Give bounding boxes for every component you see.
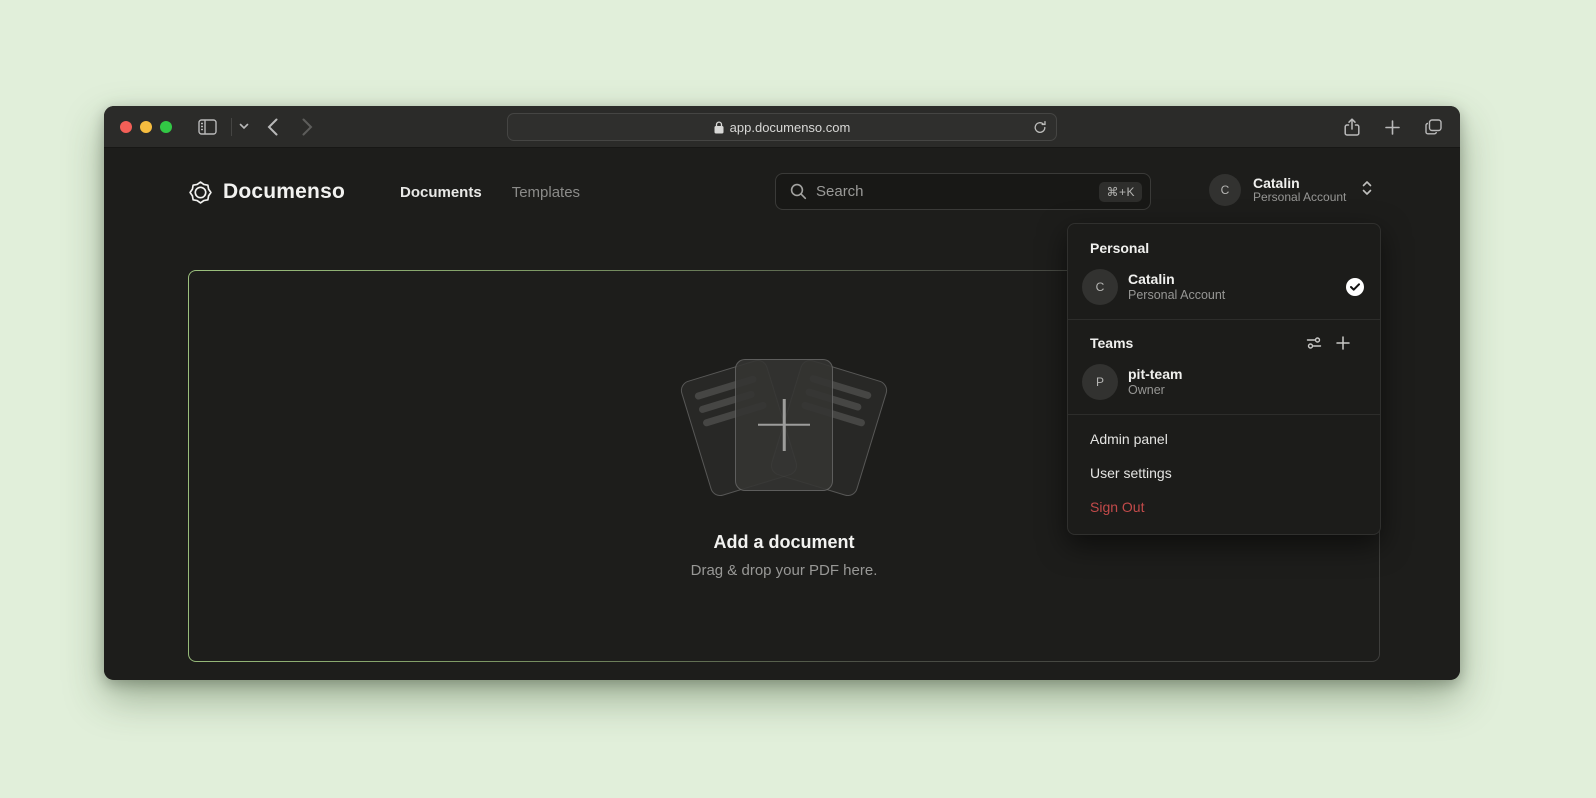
forward-button-icon[interactable] [302, 118, 313, 136]
dropzone-subtitle: Drag & drop your PDF here. [691, 562, 878, 579]
account-subtitle: Personal Account [1128, 288, 1336, 303]
brand[interactable]: Documenso [188, 174, 345, 210]
personal-section-label: Personal [1068, 232, 1380, 262]
search-icon [790, 183, 807, 200]
browser-toolbar: app.documenso.com [104, 106, 1460, 148]
manage-teams-icon[interactable] [1306, 335, 1322, 351]
documenso-logo-icon [188, 180, 213, 205]
tab-overview-icon[interactable] [1425, 119, 1442, 135]
menu-item-admin-panel[interactable]: Admin panel [1068, 422, 1380, 456]
back-button-icon[interactable] [267, 118, 278, 136]
account-subtitle: Personal Account [1253, 191, 1346, 205]
avatar: C [1209, 174, 1241, 206]
team-avatar: P [1082, 364, 1118, 400]
search-input[interactable] [816, 183, 1090, 200]
nav-documents[interactable]: Documents [400, 184, 482, 201]
team-role: Owner [1128, 383, 1364, 398]
menu-separator [1068, 319, 1380, 320]
menu-item-user-settings[interactable]: User settings [1068, 456, 1380, 490]
toolbar-divider [231, 118, 232, 136]
documenso-app: Documenso Documents Templates ⌘+K C Cata… [104, 148, 1460, 679]
account-menu-button[interactable]: C Catalin Personal Account [1209, 174, 1372, 206]
team-item[interactable]: P pit-team Owner [1068, 357, 1380, 407]
teams-section-label: Teams [1068, 327, 1380, 357]
account-name: Catalin [1253, 175, 1346, 191]
address-bar[interactable]: app.documenso.com [507, 113, 1057, 141]
chevron-up-down-icon [1362, 180, 1372, 201]
document-cards-illustration [674, 354, 894, 506]
create-team-icon[interactable] [1336, 336, 1350, 350]
search-shortcut-badge: ⌘+K [1099, 182, 1142, 202]
sidebar-toggle-icon[interactable] [198, 119, 217, 135]
selected-check-icon [1346, 278, 1364, 296]
share-icon[interactable] [1344, 118, 1360, 137]
search-bar[interactable]: ⌘+K [775, 173, 1151, 210]
plus-icon [758, 399, 810, 451]
menu-item-sign-out[interactable]: Sign Out [1068, 490, 1380, 524]
close-window-button[interactable] [120, 121, 132, 133]
zoom-window-button[interactable] [160, 121, 172, 133]
brand-title: Documenso [223, 180, 345, 204]
minimize-window-button[interactable] [140, 121, 152, 133]
reload-icon[interactable] [1033, 120, 1047, 138]
menu-separator [1068, 414, 1380, 415]
new-tab-icon[interactable] [1385, 120, 1400, 135]
nav-templates[interactable]: Templates [512, 184, 580, 201]
personal-account-item[interactable]: C Catalin Personal Account [1068, 262, 1380, 312]
document-card-center [735, 359, 833, 491]
account-name: Catalin [1128, 271, 1336, 288]
main-nav: Documents Templates [400, 174, 580, 210]
lock-icon [714, 121, 724, 134]
team-name: pit-team [1128, 366, 1364, 383]
browser-window: app.documenso.com [104, 106, 1460, 680]
sidebar-chevron-down-icon[interactable] [239, 123, 249, 130]
avatar: C [1082, 269, 1118, 305]
traffic-lights [120, 121, 172, 133]
dropzone-title: Add a document [713, 532, 854, 553]
account-dropdown-menu: Personal C Catalin Personal Account Team… [1067, 223, 1381, 535]
url-text: app.documenso.com [730, 120, 851, 135]
